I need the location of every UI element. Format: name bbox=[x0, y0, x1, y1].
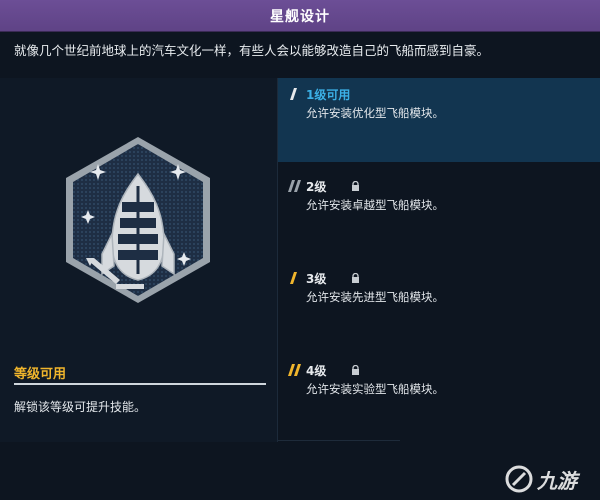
tier-row-4[interactable]: 4级 允许安装实验型飞船模块。 bbox=[278, 354, 600, 438]
rank-4-marks-icon bbox=[288, 364, 301, 376]
nine-game-logo-icon bbox=[505, 465, 533, 493]
page-title: 星舰设计 bbox=[270, 8, 330, 25]
spaceship-design-emblem-icon bbox=[66, 137, 210, 303]
tier-row-1[interactable]: 1级可用 允许安装优化型飞船模块。 bbox=[278, 78, 600, 162]
rank-3-marks-icon bbox=[290, 272, 297, 284]
tier-description: 允许安装卓越型飞船模块。 bbox=[306, 198, 444, 212]
title-bar: 星舰设计 bbox=[0, 0, 600, 32]
skill-rank-status: 等级可用 bbox=[14, 367, 67, 382]
lock-icon bbox=[352, 181, 359, 191]
watermark: 九游 bbox=[505, 462, 595, 496]
lock-icon bbox=[352, 365, 359, 375]
tier-description: 允许安装先进型飞船模块。 bbox=[306, 290, 444, 304]
tier-title: 4级 bbox=[306, 364, 327, 378]
tier-title: 3级 bbox=[306, 272, 327, 286]
tier-description: 允许安装优化型飞船模块。 bbox=[306, 106, 444, 120]
divider bbox=[278, 440, 400, 441]
rank-2-marks-icon bbox=[288, 180, 301, 192]
lock-icon bbox=[352, 273, 359, 283]
watermark-text: 九游 bbox=[537, 468, 577, 493]
tier-row-3[interactable]: 3级 允许安装先进型飞船模块。 bbox=[278, 262, 600, 346]
tier-row-2[interactable]: 2级 允许安装卓越型飞船模块。 bbox=[278, 170, 600, 254]
tier-title: 1级可用 bbox=[306, 88, 351, 102]
rank-1-marks-icon bbox=[290, 88, 297, 100]
skill-rank-description: 解锁该等级可提升技能。 bbox=[14, 400, 147, 414]
skill-flavor-text: 就像几个世纪前地球上的汽车文化一样，有些人会以能够改造自己的飞船而感到自豪。 bbox=[14, 43, 490, 58]
skill-panel: 等级可用 解锁该等级可提升技能。 bbox=[0, 78, 278, 442]
divider bbox=[14, 383, 266, 385]
tier-title: 2级 bbox=[306, 180, 327, 194]
tier-description: 允许安装实验型飞船模块。 bbox=[306, 382, 444, 396]
